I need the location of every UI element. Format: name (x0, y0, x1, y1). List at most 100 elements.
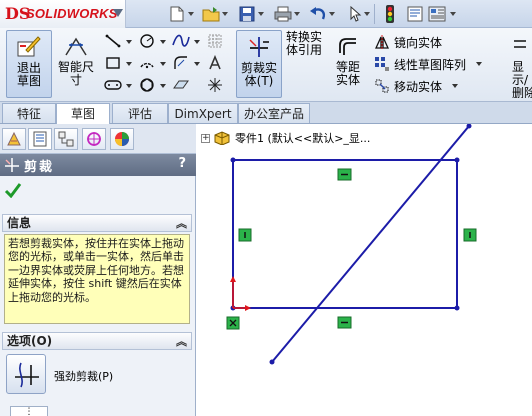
offset-entities-button[interactable]: 等距实体 (328, 30, 368, 98)
tab-sketch[interactable]: 草图 (56, 103, 110, 125)
move-entities-icon (375, 79, 389, 93)
power-trim-label: 强劲剪裁(P) (54, 370, 114, 383)
sketch-diagonal-line[interactable] (271, 125, 470, 363)
rectangle-tool-icon[interactable] (104, 54, 122, 72)
offset-entities-icon (339, 38, 356, 55)
options-icon[interactable] (426, 4, 448, 24)
collapse-up-icon[interactable]: ︽ (176, 215, 187, 232)
app-logo-button[interactable]: DS SOLIDWORKS (0, 0, 126, 28)
graphics-area[interactable]: + 零件1 (默认<<默认>_显... (197, 124, 532, 416)
print-icon[interactable] (272, 4, 294, 24)
next-option-button[interactable]: ⋮ (10, 406, 48, 416)
arc-tool-icon[interactable] (138, 54, 156, 72)
move-entities-label: 移动实体 (394, 79, 443, 94)
options-dropdown-icon[interactable] (450, 12, 456, 16)
new-dropdown-icon[interactable] (188, 12, 194, 16)
tab-evaluate[interactable]: 评估 (112, 103, 168, 123)
save-dropdown-icon[interactable] (258, 12, 264, 16)
help-button[interactable]: ? (178, 156, 186, 171)
info-group-title: 信息 (7, 216, 32, 230)
horizontal-relation-icon[interactable] (337, 316, 352, 329)
spline-dropdown-icon[interactable] (194, 40, 200, 44)
power-trim-option[interactable]: 强劲剪裁(P) (6, 354, 190, 398)
smart-dimension-label: 智能尺寸 (57, 60, 94, 87)
sketch-fillet-icon[interactable] (172, 54, 190, 72)
arc-dropdown-icon[interactable] (160, 62, 166, 66)
convert-entities-button[interactable]: 转换实体引用 (284, 30, 324, 98)
display-manager-tab-icon[interactable] (110, 128, 134, 150)
info-message: 若想剪裁实体，按住并在实体上拖动您的光标，或单击一实体，然后单击一边界实体或荧屏… (4, 234, 190, 324)
spline-tool-icon[interactable] (172, 32, 190, 50)
property-manager-tab-icon[interactable] (28, 128, 52, 150)
power-trim-icon[interactable] (6, 354, 46, 394)
grid-snap-icon[interactable] (206, 32, 224, 50)
point-tool-icon[interactable] (206, 76, 224, 94)
horizontal-relation-icon[interactable] (337, 168, 352, 181)
linear-pattern-dropdown-icon[interactable] (476, 62, 483, 66)
configuration-manager-tab-icon[interactable] (54, 128, 78, 150)
display-delete-relations-button[interactable]: 显示/删除 (508, 30, 532, 98)
sketch-point[interactable] (269, 359, 275, 365)
linear-pattern-label: 线性草图阵列 (394, 57, 467, 72)
exit-sketch-label: 退出草图 (16, 61, 41, 88)
origin-icon[interactable] (230, 276, 251, 311)
undo-icon[interactable] (307, 4, 329, 24)
feature-manager-tab-icon[interactable] (2, 128, 26, 150)
exit-sketch-button[interactable]: 退出草图 (6, 30, 52, 98)
dimxpert-manager-tab-icon[interactable] (82, 128, 106, 150)
options-group-header[interactable]: 选项(O) ︽ (2, 332, 192, 350)
undo-dropdown-icon[interactable] (329, 12, 335, 16)
slot-tool-icon[interactable] (104, 76, 122, 94)
open-dropdown-icon[interactable] (222, 12, 228, 16)
circle-tool-icon[interactable] (138, 32, 156, 50)
select-arrow-icon[interactable] (344, 4, 366, 24)
collapse-up-icon[interactable]: ︽ (176, 333, 187, 350)
open-folder-icon[interactable] (200, 4, 222, 24)
select-dropdown-icon[interactable] (364, 12, 370, 16)
app-menu-arrow-icon[interactable] (113, 9, 123, 17)
move-entities-dropdown-icon[interactable] (452, 84, 459, 88)
info-group-header[interactable]: 信息 ︽ (2, 214, 192, 232)
property-manager-title: 剪裁 (24, 160, 55, 175)
vertical-relation-icon[interactable] (238, 228, 252, 242)
smart-dimension-button[interactable]: 智能尺寸 (54, 30, 98, 98)
tab-office-products[interactable]: 办公室产品 (238, 103, 310, 123)
print-dropdown-icon[interactable] (294, 12, 300, 16)
linear-pattern-button[interactable]: 线性草图阵列 (374, 54, 483, 74)
title-bar: DS SOLIDWORKS (0, 0, 532, 28)
manager-tabs (0, 124, 196, 154)
plane-tool-icon[interactable] (172, 76, 190, 94)
text-tool-icon[interactable] (206, 54, 224, 72)
polygon-dropdown-icon[interactable] (160, 84, 166, 88)
mirror-entities-button[interactable]: 镜向实体 (374, 32, 442, 52)
line-dropdown-icon[interactable] (126, 40, 132, 44)
ds-logo-mark: DS (5, 4, 31, 23)
sketch-point[interactable] (230, 157, 236, 163)
new-document-icon[interactable] (166, 4, 188, 24)
circle-dropdown-icon[interactable] (160, 40, 166, 44)
property-manager-header: 剪裁 ? (0, 154, 196, 176)
move-entities-button[interactable]: 移动实体 (374, 76, 459, 96)
sketch-rectangle[interactable] (232, 159, 458, 309)
sketch-point[interactable] (454, 157, 460, 163)
vertical-relation-icon[interactable] (463, 228, 477, 242)
traffic-light-icon[interactable] (379, 4, 401, 24)
sketch-canvas[interactable] (197, 124, 532, 416)
line-tool-icon[interactable] (104, 32, 122, 50)
tab-features[interactable]: 特征 (2, 103, 56, 123)
coincident-relation-icon[interactable] (226, 316, 240, 330)
fillet-dropdown-icon[interactable] (194, 62, 200, 66)
file-properties-icon[interactable] (404, 4, 426, 24)
trim-header-icon (5, 158, 19, 172)
slot-dropdown-icon[interactable] (126, 84, 132, 88)
tab-dimxpert[interactable]: DimXpert (168, 103, 238, 123)
sketch-point[interactable] (454, 305, 460, 311)
ok-check-icon[interactable] (4, 182, 22, 201)
command-tabs: 特征 草图 评估 DimXpert 办公室产品 (0, 102, 532, 125)
smart-dimension-icon (65, 37, 87, 56)
save-icon[interactable] (236, 4, 258, 24)
trim-entities-button[interactable]: 剪裁实体(T) (236, 30, 282, 98)
command-manager: 退出草图 智能尺寸 剪裁实体(T) 转换实体引用 等距实体 镜向实体 线性草图阵… (0, 28, 532, 102)
polygon-tool-icon[interactable] (138, 76, 156, 94)
rectangle-dropdown-icon[interactable] (126, 62, 132, 66)
